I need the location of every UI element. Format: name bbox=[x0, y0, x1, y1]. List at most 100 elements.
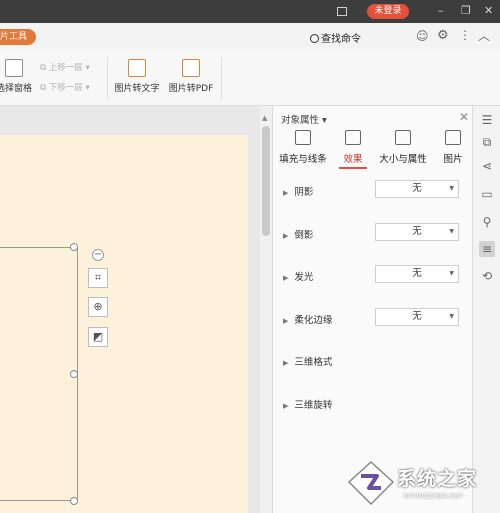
share-icon[interactable]: ⋖ bbox=[479, 158, 495, 174]
expand-icon: ▶ bbox=[283, 189, 289, 197]
watermark-logo-icon bbox=[347, 460, 395, 506]
search-command[interactable]: 查找命令 bbox=[310, 30, 361, 45]
slide[interactable]: − ⌗ ⊕ ◩ bbox=[0, 135, 248, 513]
history-icon[interactable]: ⟲ bbox=[479, 268, 495, 284]
expand-icon: ▶ bbox=[283, 359, 289, 367]
select-pane-icon bbox=[5, 59, 23, 77]
canvas-area: − ⌗ ⊕ ◩ bbox=[0, 106, 260, 513]
row-label: 柔化边缘 bbox=[294, 315, 333, 326]
send-backward-button[interactable]: ⧉ 下移一层 ▾ bbox=[40, 81, 90, 93]
tab-label: 图片 bbox=[443, 154, 463, 165]
select-pane-button[interactable]: 选择窗格 bbox=[0, 59, 34, 94]
effect-icon bbox=[345, 130, 361, 145]
tab-label: 效果 bbox=[343, 154, 363, 165]
vertical-scrollbar[interactable]: ▲ bbox=[260, 106, 272, 513]
scroll-thumb[interactable] bbox=[262, 126, 270, 236]
pin-icon[interactable]: ⚲ bbox=[479, 214, 495, 230]
fill-icon[interactable]: ◩ bbox=[88, 327, 108, 347]
row-label: 倒影 bbox=[294, 230, 314, 241]
row-reflection[interactable]: ▶ 倒影 bbox=[283, 227, 313, 241]
img-to-text-label: 图片转文字 bbox=[114, 84, 160, 94]
chevron-down-icon: ▼ bbox=[449, 228, 454, 235]
img-to-pdf-button[interactable]: 图片转PDF bbox=[166, 59, 216, 94]
watermark: 系统之家 XITONGZHIJIA.NET bbox=[345, 458, 495, 508]
row-soft-edges[interactable]: ▶ 柔化边缘 bbox=[283, 312, 332, 326]
row-label: 发光 bbox=[294, 272, 314, 283]
panel-title[interactable]: 对象属性 ▾ bbox=[281, 112, 327, 126]
gear-icon[interactable]: ⚙ bbox=[437, 28, 449, 43]
picture-icon bbox=[445, 130, 461, 145]
archive-icon[interactable]: ▭ bbox=[479, 186, 495, 202]
chevron-down-icon: ▼ bbox=[449, 270, 454, 277]
scroll-up-icon[interactable]: ▲ bbox=[262, 114, 267, 122]
bring-forward-icon: ⧉ bbox=[40, 63, 47, 73]
window-mode-icon[interactable] bbox=[337, 7, 347, 16]
collapse-ribbon-icon[interactable]: ︿ bbox=[478, 27, 490, 44]
reflection-select[interactable]: 无 ▼ bbox=[375, 223, 459, 241]
properties-icon[interactable]: ≡ bbox=[479, 241, 495, 257]
minimize-icon[interactable]: – bbox=[438, 3, 444, 19]
smiley-icon[interactable]: ☺ bbox=[416, 29, 429, 43]
tab-effects[interactable]: 效果 bbox=[339, 130, 367, 169]
row-3d-format[interactable]: ▶ 三维格式 bbox=[283, 354, 332, 368]
img-to-text-button[interactable]: 图片转文字 bbox=[112, 59, 162, 94]
tab-fill-line[interactable]: 填充与线条 bbox=[279, 130, 327, 165]
expand-icon: ▶ bbox=[283, 317, 289, 325]
tab-picture-tools[interactable]: 片工具 bbox=[0, 29, 36, 45]
fill-line-icon bbox=[295, 130, 311, 145]
more-icon[interactable]: ⋮ bbox=[459, 28, 471, 42]
collapse-toolbar-icon[interactable]: − bbox=[92, 249, 104, 261]
ribbon-separator bbox=[221, 57, 222, 99]
row-label: 三维格式 bbox=[294, 357, 333, 368]
picture-frame[interactable] bbox=[0, 247, 78, 501]
img-to-pdf-icon bbox=[182, 59, 200, 77]
watermark-text: 系统之家 bbox=[397, 468, 478, 490]
panel-title-label: 对象属性 bbox=[281, 115, 320, 126]
bring-forward-button[interactable]: ⧉ 上移一层 ▾ bbox=[40, 61, 90, 73]
tab-picture[interactable]: 图片 bbox=[439, 130, 467, 165]
shadow-select[interactable]: 无 ▼ bbox=[375, 180, 459, 198]
resize-handle-top-right[interactable] bbox=[70, 243, 78, 251]
select-value: 无 bbox=[412, 226, 422, 237]
menu-icon[interactable]: ☰ bbox=[479, 112, 495, 128]
chevron-down-icon: ▼ bbox=[449, 313, 454, 320]
send-backward-icon: ⧉ bbox=[40, 83, 47, 93]
bring-forward-label: 上移一层 bbox=[48, 63, 83, 73]
zoom-icon[interactable]: ⊕ bbox=[88, 297, 108, 317]
ribbon-separator bbox=[107, 57, 108, 99]
row-label: 三维旋转 bbox=[294, 400, 333, 411]
title-bar: 未登录 – ❐ ✕ bbox=[0, 0, 500, 23]
expand-icon: ▶ bbox=[283, 402, 289, 410]
restore-icon[interactable]: ❐ bbox=[461, 3, 471, 19]
tab-size-properties[interactable]: 大小与属性 bbox=[379, 130, 427, 165]
search-icon bbox=[310, 34, 319, 43]
active-tab-indicator bbox=[339, 167, 367, 169]
resize-handle-bottom-right[interactable] bbox=[70, 497, 78, 505]
expand-icon: ▶ bbox=[283, 232, 289, 240]
watermark-subtext: XITONGZHIJIA.NET bbox=[403, 492, 463, 500]
search-command-label: 查找命令 bbox=[321, 34, 361, 45]
login-button[interactable]: 未登录 bbox=[367, 4, 409, 19]
select-value: 无 bbox=[412, 268, 422, 279]
tab-label: 填充与线条 bbox=[279, 154, 327, 165]
soft-edges-select[interactable]: 无 ▼ bbox=[375, 308, 459, 326]
select-value: 无 bbox=[412, 183, 422, 194]
resize-handle-middle-right[interactable] bbox=[70, 370, 78, 378]
img-to-text-icon bbox=[128, 59, 146, 77]
close-icon[interactable]: ✕ bbox=[459, 110, 469, 124]
expand-icon: ▶ bbox=[283, 274, 289, 282]
crop-icon[interactable]: ⌗ bbox=[88, 268, 108, 288]
select-pane-label: 选择窗格 bbox=[0, 84, 32, 94]
row-label: 阴影 bbox=[294, 187, 314, 198]
glow-select[interactable]: 无 ▼ bbox=[375, 265, 459, 283]
copy-icon[interactable]: ⧉ bbox=[479, 134, 495, 150]
row-glow[interactable]: ▶ 发光 bbox=[283, 269, 313, 283]
chevron-down-icon: ▼ bbox=[449, 185, 454, 192]
right-sidebar: ☰ ⧉ ⋖ ▭ ⚲ ≡ ⟲ bbox=[472, 106, 500, 513]
size-icon bbox=[395, 130, 411, 145]
close-icon[interactable]: ✕ bbox=[484, 3, 493, 19]
send-backward-label: 下移一层 bbox=[48, 83, 83, 93]
select-value: 无 bbox=[412, 311, 422, 322]
row-shadow[interactable]: ▶ 阴影 bbox=[283, 184, 313, 198]
row-3d-rotation[interactable]: ▶ 三维旋转 bbox=[283, 397, 332, 411]
